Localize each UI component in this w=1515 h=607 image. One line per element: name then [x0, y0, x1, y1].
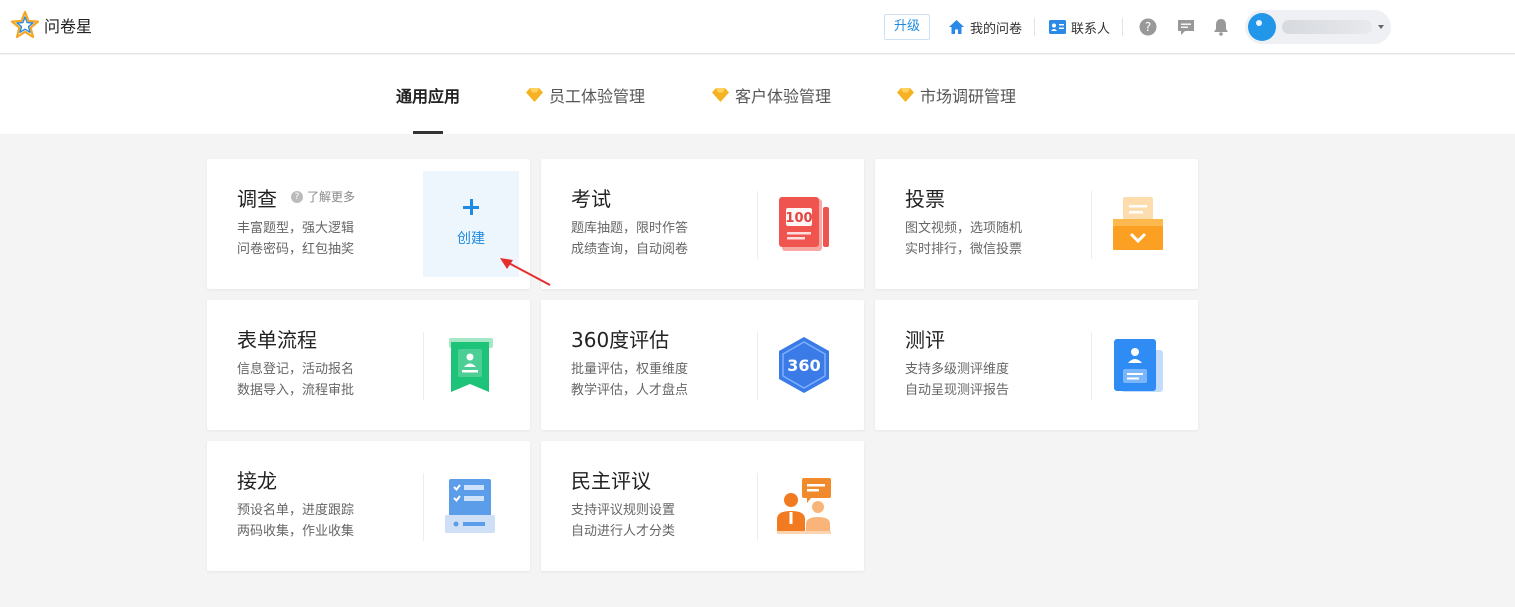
app-card-vote[interactable]: 投票 图文视频，选项随机 实时排行，微信投票	[875, 159, 1198, 289]
help-icon: ?	[291, 190, 303, 203]
user-menu[interactable]	[1245, 10, 1392, 44]
messages-button[interactable]	[1177, 19, 1195, 36]
app-card-survey[interactable]: 调查 ? 了解更多 丰富题型，强大逻辑 问卷密码，红包抽奖 创建	[207, 159, 530, 289]
upgrade-button[interactable]: 升级	[884, 14, 931, 40]
card-title: 测评	[905, 328, 945, 352]
help-button[interactable]: ?	[1139, 18, 1157, 36]
card-desc-line1: 信息登记，活动报名	[237, 362, 355, 377]
card-title: 360度评估	[571, 328, 670, 352]
exam-paper-icon: 100	[779, 197, 829, 251]
card-desc-line2: 两码收集，作业收集	[237, 524, 355, 539]
card-title: 调查	[237, 187, 277, 211]
tab-label: 市场调研管理	[920, 86, 1017, 106]
card-desc-line2: 自动呈现测评报告	[905, 383, 1010, 398]
hexagon-360-icon: 360	[779, 337, 829, 393]
app-card-exam[interactable]: 考试 题库抽题，限时作答 成绩查询，自动阅卷 100	[541, 159, 864, 289]
annotation-arrow-icon	[500, 258, 551, 286]
card-divider	[757, 191, 758, 259]
help-icon: ?	[1139, 18, 1157, 36]
card-divider	[423, 332, 424, 400]
tab-general-apps[interactable]: 通用应用	[396, 55, 460, 134]
gem-icon	[712, 87, 729, 102]
card-desc-line2: 数据导入，流程审批	[237, 383, 355, 398]
home-icon	[949, 20, 965, 34]
username-blurred	[1282, 20, 1373, 34]
active-tab-indicator	[413, 131, 443, 134]
category-tabs: 通用应用 员工体验管理 客户体验管理 市场调研管理	[0, 55, 1515, 134]
app-card-relay[interactable]: 接龙 预设名单，进度跟踪 两码收集，作业收集	[207, 441, 530, 571]
tab-market-research[interactable]: 市场调研管理	[897, 55, 1016, 134]
gem-icon	[897, 87, 914, 102]
card-title: 接龙	[237, 469, 277, 493]
header-divider	[1122, 18, 1124, 36]
header-divider	[1034, 18, 1036, 36]
card-divider	[757, 332, 758, 400]
card-desc-line2: 成绩查询，自动阅卷	[571, 242, 689, 257]
contacts-link[interactable]: 联系人	[1049, 18, 1110, 37]
card-divider	[1091, 332, 1092, 400]
notifications-button[interactable]	[1213, 18, 1229, 36]
logo-text: 问卷星	[44, 17, 93, 36]
create-label: 创建	[457, 231, 485, 247]
card-divider	[757, 473, 758, 541]
checklist-icon	[445, 479, 495, 533]
header-actions: 升级 我的问卷 联系人 ?	[884, 0, 1392, 54]
card-desc-line1: 图文视频，选项随机	[905, 221, 1023, 236]
tab-customer-experience[interactable]: 客户体验管理	[712, 55, 831, 134]
learn-more-link[interactable]: ? 了解更多	[291, 188, 355, 205]
card-title: 民主评议	[571, 469, 651, 493]
tab-employee-experience[interactable]: 员工体验管理	[526, 55, 645, 134]
exam-score-text: 100	[785, 211, 812, 226]
app-card-form[interactable]: 表单流程 信息登记，活动报名 数据导入，流程审批	[207, 300, 530, 430]
tab-label: 通用应用	[396, 86, 461, 106]
people-discussion-icon	[777, 478, 831, 534]
card-title: 表单流程	[237, 328, 317, 352]
top-header: 问卷星 升级 我的问卷 联系人 ?	[0, 0, 1515, 54]
card-desc-line2: 实时排行，微信投票	[905, 242, 1023, 257]
my-surveys-label: 我的问卷	[970, 21, 1023, 37]
card-desc-line2: 自动进行人才分类	[571, 524, 676, 539]
star-logo-icon	[10, 10, 40, 39]
card-desc-line1: 题库抽题，限时作答	[571, 221, 689, 236]
svg-text:?: ?	[1145, 20, 1151, 34]
bell-icon	[1214, 19, 1229, 36]
plus-icon	[461, 197, 481, 217]
contacts-label: 联系人	[1071, 21, 1111, 37]
contact-card-icon	[1049, 20, 1067, 34]
card-desc-line2: 教学评估，人才盘点	[571, 383, 689, 398]
card-title: 考试	[571, 187, 611, 211]
logo[interactable]: 问卷星	[10, 10, 92, 40]
avatar	[1248, 13, 1277, 41]
app-card-360-evaluation[interactable]: 360度评估 批量评估，权重维度 教学评估，人才盘点 360	[541, 300, 864, 430]
card-divider	[1091, 191, 1092, 259]
card-desc-line1: 批量评估，权重维度	[571, 362, 689, 377]
chevron-down-icon	[1378, 25, 1385, 29]
ballot-box-icon	[1113, 197, 1163, 250]
card-desc-line1: 预设名单，进度跟踪	[237, 503, 355, 518]
learn-more-label: 了解更多	[307, 190, 356, 204]
gem-icon	[526, 87, 543, 102]
card-desc-line2: 问卷密码，红包抽奖	[237, 242, 355, 257]
card-divider	[423, 473, 424, 541]
card-title: 投票	[905, 187, 945, 211]
card-desc-line1: 丰富题型，强大逻辑	[237, 221, 355, 236]
app-card-assessment[interactable]: 测评 支持多级测评维度 自动呈现测评报告	[875, 300, 1198, 430]
my-surveys-link[interactable]: 我的问卷	[948, 18, 1022, 37]
assessment-report-icon	[1114, 339, 1163, 392]
360-text: 360	[787, 356, 820, 375]
tab-label: 员工体验管理	[549, 86, 646, 106]
message-icon	[1178, 19, 1195, 35]
card-desc-line1: 支持多级测评维度	[905, 362, 1010, 377]
card-desc-line1: 支持评议规则设置	[571, 503, 676, 518]
app-card-democratic-review[interactable]: 民主评议 支持评议规则设置 自动进行人才分类	[541, 441, 864, 571]
form-bookmark-icon	[449, 338, 493, 392]
tab-label: 客户体验管理	[735, 86, 832, 106]
